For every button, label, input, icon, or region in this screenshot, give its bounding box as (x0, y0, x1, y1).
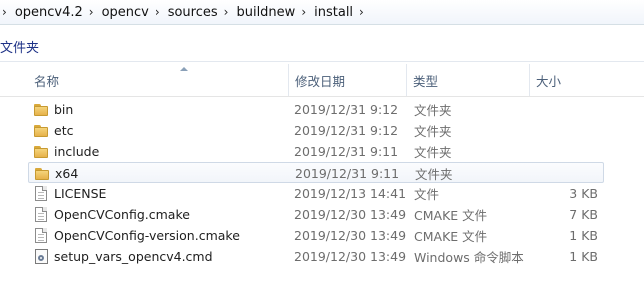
file-type: CMAKE 文件 (414, 208, 488, 223)
file-type: Windows 命令脚本 (414, 250, 524, 265)
breadcrumb-item[interactable]: sources (168, 5, 222, 20)
file-date: 2019/12/30 13:49 (294, 228, 407, 243)
file-row-etc[interactable]: etc 2019/12/31 9:12 文件夹 (28, 120, 604, 141)
cmake-file-icon (32, 206, 50, 223)
file-size (529, 163, 599, 184)
breadcrumb-item[interactable]: opencv4.2 (15, 5, 87, 20)
column-headers: 名称 修改日期 类型 大小 (0, 64, 644, 97)
file-size: 7 KB (569, 207, 598, 222)
chevron-right-icon[interactable]: › (153, 5, 168, 19)
chevron-right-icon[interactable]: › (299, 5, 314, 19)
column-header-name-label: 名称 (34, 73, 60, 89)
file-name: bin (54, 102, 74, 117)
file-row-x64[interactable]: x64 2019/12/31 9:11 文件夹 (28, 162, 604, 183)
cmake-file-icon (32, 227, 50, 244)
file-row-license[interactable]: LICENSE 2019/12/13 14:41 文件 3 KB (28, 183, 604, 204)
chevron-right-icon[interactable]: › (222, 5, 237, 19)
file-row-include[interactable]: include 2019/12/31 9:11 文件夹 (28, 141, 604, 162)
breadcrumb-item[interactable]: opencv (102, 5, 153, 20)
file-size (528, 120, 598, 141)
file-name: setup_vars_opencv4.cmd (54, 249, 213, 264)
file-name: x64 (55, 166, 79, 181)
column-header-name[interactable]: 名称 (28, 64, 286, 96)
column-header-size-label: 大小 (536, 73, 562, 89)
column-header-date[interactable]: 修改日期 (288, 64, 404, 96)
column-header-type[interactable]: 类型 (406, 64, 528, 96)
file-size: 1 KB (569, 228, 598, 243)
file-date: 2019/12/30 13:49 (294, 249, 407, 264)
file-name: OpenCVConfig-version.cmake (54, 228, 240, 243)
file-type: 文件夹 (414, 145, 452, 160)
file-date: 2019/12/31 9:12 (294, 102, 399, 117)
file-type: 文件夹 (414, 124, 452, 139)
column-header-date-label: 修改日期 (295, 73, 346, 89)
file-type: CMAKE 文件 (414, 229, 488, 244)
file-date: 2019/12/30 13:49 (294, 207, 407, 222)
chevron-right-icon[interactable]: › (357, 5, 372, 19)
breadcrumb-item[interactable]: install (314, 5, 357, 20)
folder-icon (32, 122, 50, 139)
cmd-script-icon (32, 248, 50, 265)
file-date: 2019/12/31 9:12 (294, 123, 399, 138)
file-type: 文件夹 (415, 167, 453, 182)
chevron-right-icon[interactable]: › (87, 5, 102, 19)
file-size (528, 141, 598, 162)
file-date: 2019/12/31 9:11 (294, 144, 399, 159)
folder-icon (32, 143, 50, 160)
file-name: include (54, 144, 100, 159)
column-header-type-label: 类型 (413, 73, 439, 89)
file-row-opencvconfig[interactable]: OpenCVConfig.cmake 2019/12/30 13:49 CMAK… (28, 204, 604, 225)
file-name: OpenCVConfig.cmake (54, 207, 190, 222)
breadcrumb-item[interactable]: buildnew (236, 5, 299, 20)
file-row-bin[interactable]: bin 2019/12/31 9:12 文件夹 (28, 99, 604, 120)
sort-ascending-icon (180, 67, 188, 71)
pane-title: 文件夹 (0, 31, 644, 61)
folder-icon (33, 165, 51, 182)
column-header-size[interactable]: 大小 (529, 64, 644, 96)
file-icon (32, 185, 50, 202)
file-type: 文件夹 (414, 103, 452, 118)
file-date: 2019/12/13 14:41 (294, 186, 407, 201)
folder-icon (32, 101, 50, 118)
file-size: 3 KB (569, 186, 598, 201)
file-name: etc (54, 123, 74, 138)
file-size (528, 99, 598, 120)
file-size: 1 KB (569, 249, 598, 264)
file-row-opencvconfig-version[interactable]: OpenCVConfig-version.cmake 2019/12/30 13… (28, 225, 604, 246)
file-date: 2019/12/31 9:11 (295, 166, 400, 181)
divider (0, 61, 644, 62)
file-name: LICENSE (54, 186, 107, 201)
address-bar[interactable]: › opencv4.2 › opencv › sources › buildne… (0, 0, 644, 25)
file-row-setup-vars[interactable]: setup_vars_opencv4.cmd 2019/12/30 13:49 … (28, 246, 604, 267)
pane-title-text: 文件夹 (0, 40, 40, 56)
chevron-right-icon[interactable]: › (0, 5, 15, 19)
file-type: 文件 (414, 187, 440, 202)
